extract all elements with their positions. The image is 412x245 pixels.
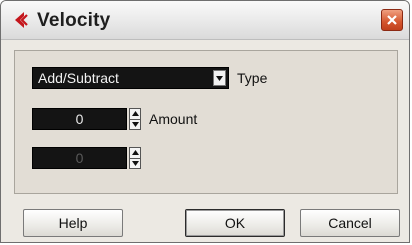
spin-down-icon[interactable] [130, 157, 140, 169]
window-title: Velocity [37, 10, 111, 31]
title-bar[interactable]: Velocity [1, 1, 409, 40]
second-value-field[interactable]: 0 [32, 147, 127, 169]
close-icon [387, 15, 397, 25]
amount-spinner[interactable] [129, 108, 141, 130]
spin-up-icon[interactable] [130, 148, 140, 158]
second-value-row: 0 [32, 147, 141, 169]
velocity-dialog: Velocity Add/Subtract Type 0 Amount 0 He… [0, 0, 410, 243]
close-button[interactable] [381, 9, 403, 31]
amount-label: Amount [149, 111, 198, 127]
amount-row: 0 Amount [32, 108, 197, 130]
cancel-button[interactable]: Cancel [300, 209, 400, 237]
type-dropdown[interactable]: Add/Subtract [32, 67, 229, 89]
app-logo-icon [15, 12, 28, 28]
help-button[interactable]: Help [23, 209, 123, 237]
type-dropdown-value: Add/Subtract [38, 70, 119, 86]
spin-up-icon[interactable] [130, 109, 140, 119]
type-label: Type [237, 70, 268, 86]
type-row: Add/Subtract Type [32, 67, 267, 89]
parameters-panel: Add/Subtract Type 0 Amount 0 [14, 50, 398, 194]
chevron-down-icon[interactable] [213, 70, 226, 86]
second-value-spinner[interactable] [129, 147, 141, 169]
spin-down-icon[interactable] [130, 118, 140, 130]
amount-field[interactable]: 0 [32, 108, 127, 130]
ok-button[interactable]: OK [185, 209, 285, 237]
